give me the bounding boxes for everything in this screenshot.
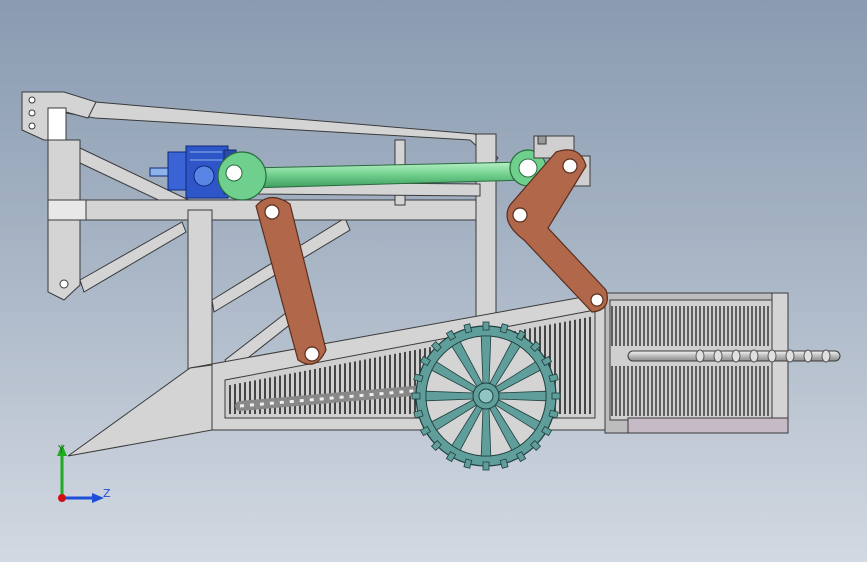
- y-axis-label: Y: [57, 443, 65, 456]
- z-axis-label: Z: [103, 487, 111, 500]
- rear-screen: [604, 292, 841, 434]
- cad-viewport[interactable]: Y Z: [0, 0, 867, 562]
- top-beam: [59, 91, 499, 163]
- bottom-panel: [627, 417, 789, 434]
- machine-drawing: Y Z: [21, 91, 841, 503]
- bracket-slot: [47, 107, 67, 143]
- wheel: [411, 321, 561, 471]
- crank-disc: [217, 151, 267, 201]
- brace-b: [79, 221, 187, 293]
- origin-dot: [58, 494, 66, 502]
- upright-1: [187, 209, 213, 371]
- end-panel: [771, 292, 789, 434]
- chute-nose: [67, 364, 213, 457]
- motor-body: [167, 151, 189, 191]
